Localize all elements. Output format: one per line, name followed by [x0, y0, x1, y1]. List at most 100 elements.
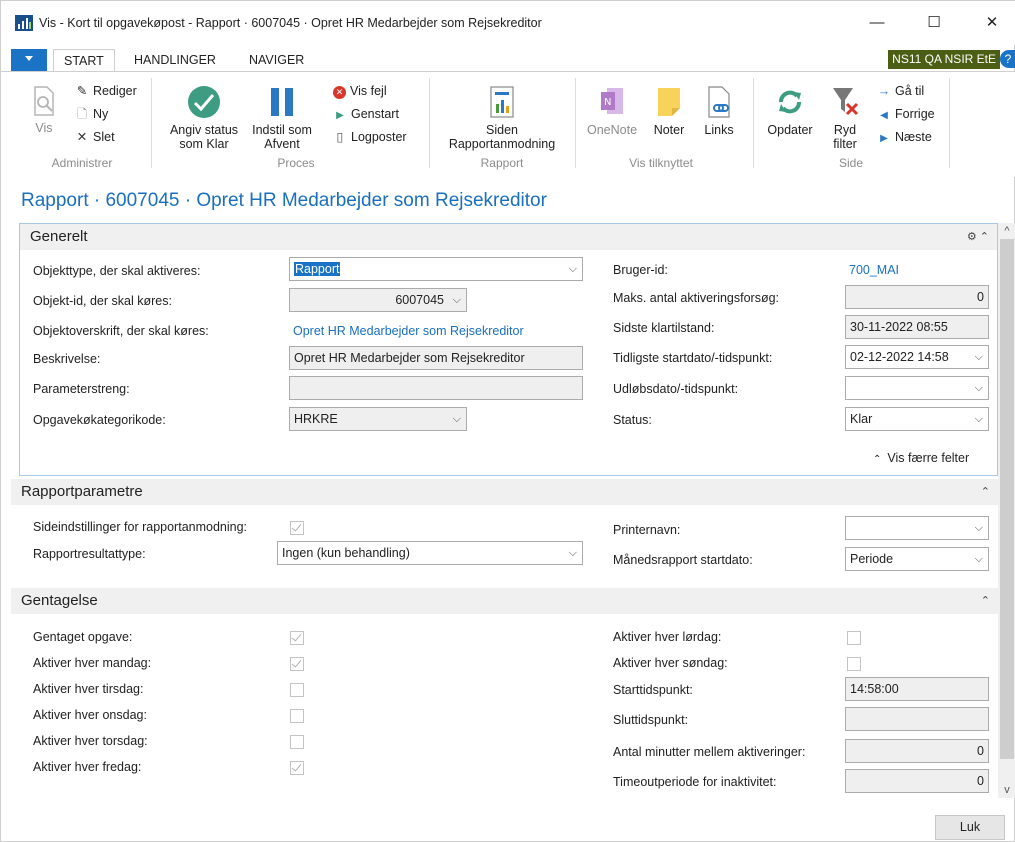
link-icon [708, 86, 730, 118]
torsdag-checkbox[interactable] [290, 735, 304, 749]
tab-handlinger[interactable]: HANDLINGER [134, 49, 216, 71]
luk-button[interactable]: Luk [935, 815, 1005, 840]
logposter-button[interactable]: ▯ Logposter [333, 128, 407, 146]
start-label: Tidligste startdato/-tidspunkt: [613, 351, 773, 365]
group-label-vis-tilknyttet: Vis tilknyttet [629, 156, 693, 170]
scroll-down-icon[interactable]: v [998, 782, 1015, 798]
kategori-select[interactable]: HRKRE ⌵ [289, 407, 467, 431]
minimize-button[interactable]: — [854, 7, 900, 39]
page-title: Rapport · 6007045 · Opret HR Medarbejder… [21, 190, 547, 211]
naeste-label: Næste [895, 130, 932, 144]
group-label-administrer: Administrer [51, 156, 113, 170]
angiv-status-label: Angiv status som Klar [169, 123, 239, 151]
minutter-label: Antal minutter mellem aktiveringer: [613, 745, 806, 759]
maaned-select[interactable]: Periode ⌵ [845, 547, 989, 571]
vis-fejl-button[interactable]: ✕ Vis fejl [333, 82, 387, 100]
vis-faerre-felter-link[interactable]: ⌃ Vis færre felter [873, 451, 969, 465]
parameterstreng-field[interactable] [289, 376, 583, 400]
printer-select[interactable]: ⌵ [845, 516, 989, 540]
onenote-label: OneNote [586, 123, 638, 137]
tirsdag-checkbox[interactable] [290, 683, 304, 697]
chevron-down-icon: ⌵ [568, 263, 577, 275]
klar-field[interactable]: 30-11-2022 08:55 [845, 315, 989, 339]
help-icon[interactable]: ? [1000, 50, 1015, 68]
onsdag-checkbox[interactable] [290, 709, 304, 723]
tab-naviger[interactable]: NAVIGER [249, 49, 304, 71]
maaned-label: Månedsrapport startdato: [613, 553, 753, 567]
sluttid-label: Sluttidspunkt: [613, 713, 689, 727]
group-separator [753, 78, 754, 168]
starttid-field[interactable]: 14:58:00 [845, 677, 989, 701]
minutter-field[interactable]: 0 [845, 739, 989, 763]
gentaget-checkbox[interactable] [290, 631, 304, 645]
fredag-checkbox[interactable] [290, 761, 304, 775]
objekt-id-label: Objekt-id, der skal køres: [33, 294, 172, 308]
links-button[interactable]: Links [699, 84, 739, 137]
angiv-status-button[interactable]: Angiv status som Klar [161, 84, 247, 151]
timeout-field[interactable]: 0 [845, 769, 989, 793]
gentaget-label: Gentaget opgave: [33, 630, 133, 644]
maks-label: Maks. antal aktiveringsforsøg: [613, 291, 780, 305]
maks-field[interactable]: 0 [845, 285, 989, 309]
tab-start[interactable]: START [53, 49, 115, 71]
udloeb-select[interactable]: ⌵ [845, 376, 989, 400]
slet-button[interactable]: ✕ Slet [75, 128, 115, 146]
collapse-chevron-icon[interactable]: ⌃ [981, 588, 990, 614]
ribbon: Vis ✎ Rediger 🗋 Ny ✕ Slet Administrer Angiv… [1, 71, 1015, 177]
beskrivelse-field[interactable]: Opret HR Medarbejder som Rejsekreditor [289, 346, 583, 370]
triangle-right-icon: ▶ [880, 133, 888, 144]
indstil-som-afvent-button[interactable]: Indstil som Afvent [249, 84, 315, 151]
ga-til-button[interactable]: → Gå til [877, 82, 924, 100]
mandag-checkbox[interactable] [290, 657, 304, 671]
soendag-checkbox[interactable] [847, 657, 861, 671]
genstart-label: Genstart [351, 107, 399, 121]
scroll-thumb[interactable] [1000, 239, 1014, 759]
forrige-button[interactable]: ◀ Forrige [877, 105, 934, 123]
bruger-link[interactable]: 700_MAI [849, 263, 899, 277]
title-bar: Vis - Kort til opgavekøpost - Rapport · … [1, 1, 1015, 45]
status-select[interactable]: Klar ⌵ [845, 407, 989, 431]
parameterstreng-label: Parameterstreng: [33, 382, 130, 396]
fredag-label: Aktiver hver fredag: [33, 760, 142, 774]
sideindst-checkbox[interactable] [290, 521, 304, 535]
close-window-button[interactable]: ✕ [969, 7, 1015, 39]
company-badge: NS11 QA NSIR EtE [888, 50, 1000, 69]
onenote-button[interactable]: N OneNote [581, 84, 643, 137]
start-datetime-select[interactable]: 02-12-2022 14:58 ⌵ [845, 345, 989, 369]
vis-button[interactable]: Vis [27, 84, 61, 135]
objekt-id-select[interactable]: 6007045 ⌵ [289, 288, 467, 312]
naeste-button[interactable]: ▶ Næste [877, 128, 932, 146]
indstil-som-label: Indstil som Afvent [252, 123, 312, 151]
vertical-scrollbar[interactable]: ^ v [998, 223, 1015, 798]
resultattype-select[interactable]: Ingen (kun behandling) ⌵ [277, 541, 583, 565]
siden-rapportanmodning-button[interactable]: Siden Rapportanmodning [437, 84, 567, 151]
section-header-gentagelse[interactable]: Gentagelse ⌃ [11, 588, 998, 614]
ryd-filter-button[interactable]: Ryd filter [823, 84, 867, 151]
error-icon: ✕ [333, 86, 346, 99]
delete-x-icon: ✕ [76, 130, 88, 144]
collapse-chevron-icon[interactable]: ⌃ [981, 479, 990, 505]
collapse-chevron-icon[interactable]: ⚙ ⌃ [967, 224, 989, 250]
objektoverskrift-link[interactable]: Opret HR Medarbejder som Rejsekreditor [293, 324, 524, 338]
noter-button[interactable]: Noter [647, 84, 691, 137]
opdater-button[interactable]: Opdater [761, 84, 819, 137]
ny-button[interactable]: 🗋 Ny [75, 105, 108, 123]
sluttid-field[interactable] [845, 707, 989, 731]
rediger-button[interactable]: ✎ Rediger [75, 82, 137, 100]
bruger-label: Bruger-id: [613, 263, 668, 277]
arrow-right-icon: → [877, 84, 891, 98]
timeout-label: Timeoutperiode for inaktivitet: [613, 775, 777, 789]
loerdag-checkbox[interactable] [847, 631, 861, 645]
section-header-generelt[interactable]: Generelt ⚙ ⌃ [20, 224, 997, 250]
objekttype-select[interactable]: Rapport ⌵ [289, 257, 583, 281]
siden-label: Siden Rapportanmodning [448, 123, 556, 151]
application-menu-button[interactable] [11, 49, 47, 71]
section-header-rapportparametre[interactable]: Rapportparametre ⌃ [11, 479, 998, 505]
chevron-down-icon: ⌵ [452, 413, 461, 425]
maximize-button[interactable]: ☐ [911, 7, 957, 39]
fewer-fields-label: Vis færre felter [887, 451, 970, 465]
genstart-button[interactable]: ▶ Genstart [333, 105, 399, 123]
log-icon: ▯ [336, 130, 344, 144]
note-icon [658, 88, 680, 116]
scroll-up-icon[interactable]: ^ [998, 223, 1015, 239]
